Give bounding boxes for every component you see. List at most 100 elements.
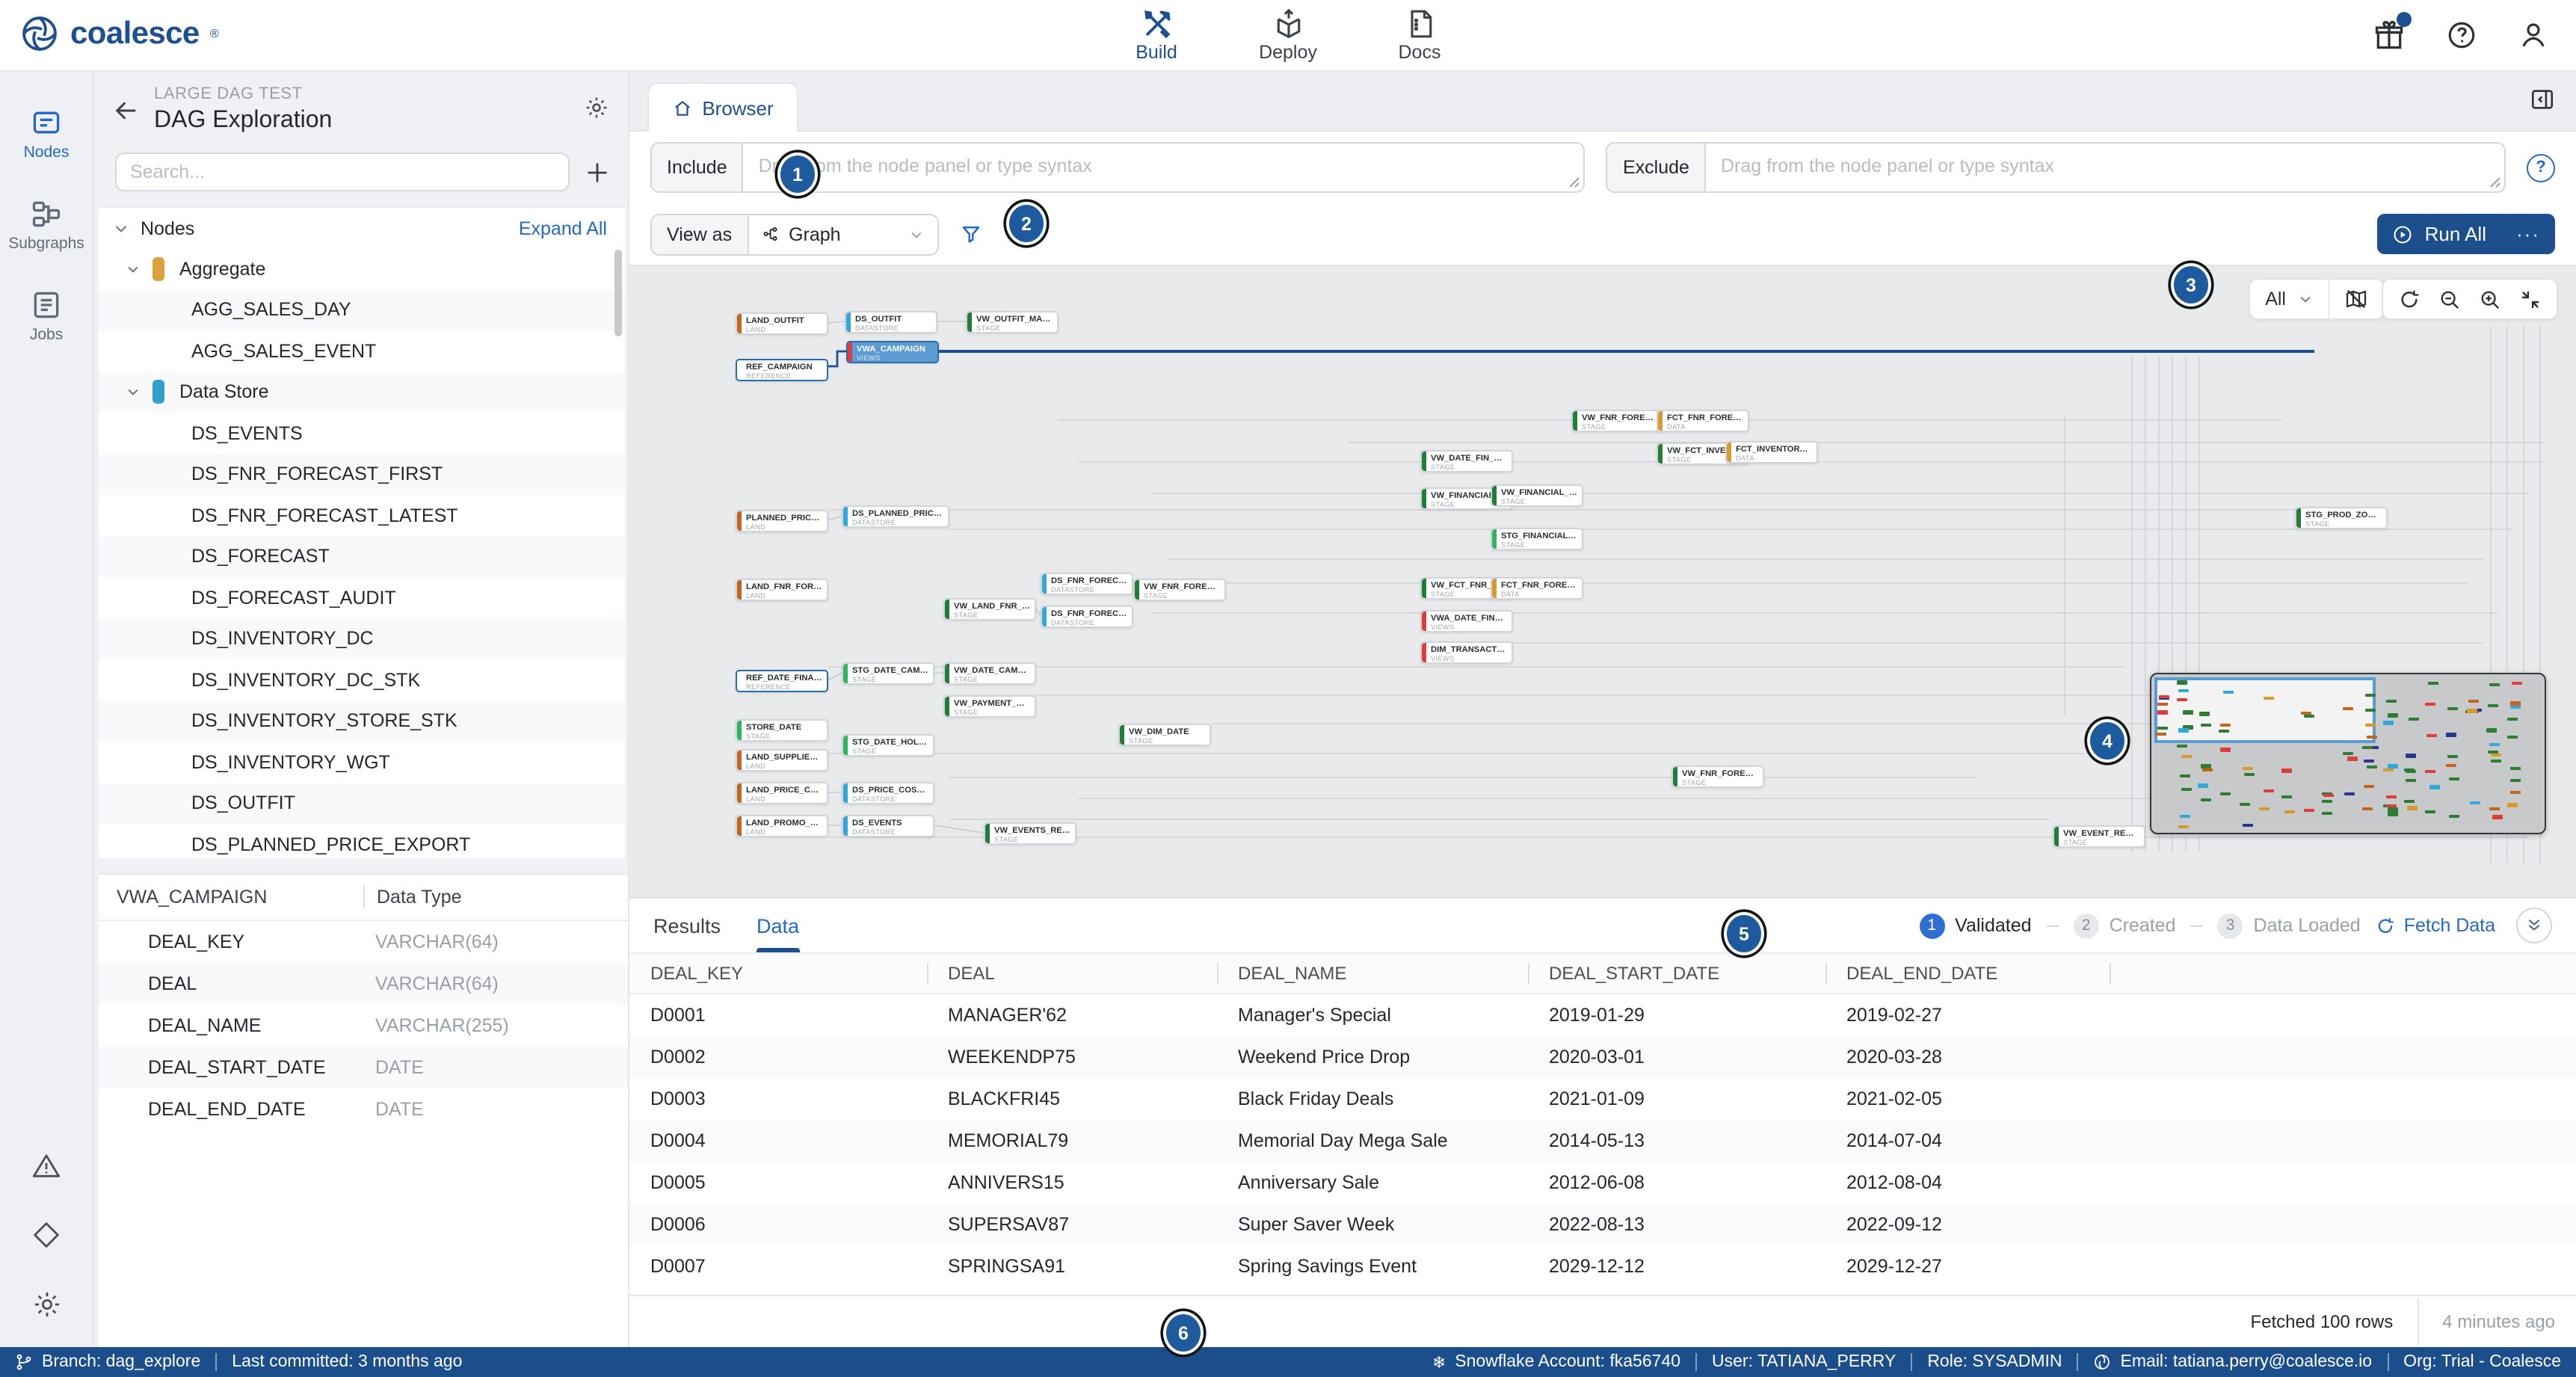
chevron-down-icon[interactable]	[126, 262, 141, 277]
fit-view-button[interactable]	[2516, 288, 2557, 310]
dag-node-stg-date-holiday[interactable]: STG_DATE_HOLIDAYSTAGE	[842, 734, 934, 757]
dag-node-ds-fnr-forecast-first[interactable]: DS_FNR_FORECAST_FIRSTDATASTORE	[1041, 606, 1133, 628]
dag-node-stg-financial-year-prev-[interactable]: STG_FINANCIAL_YEAR_PREV...STAGE	[1491, 528, 1583, 550]
dag-node-ds-planned-price-export[interactable]: DS_PLANNED_PRICE_EXPORTDATASTORE	[842, 505, 949, 528]
minimap[interactable]	[2150, 673, 2546, 834]
fetch-data-button[interactable]: Fetch Data	[2376, 915, 2495, 936]
tree-row-ds_forecast[interactable]: DS_FORECAST	[99, 536, 625, 577]
dag-node-vw-date-campaign-2[interactable]: VW_DATE_CAMPAIGN_2STAGE	[943, 662, 1036, 685]
problems-button[interactable]	[31, 1151, 61, 1181]
tab-browser[interactable]: Browser	[647, 82, 798, 132]
nav-deploy[interactable]: Deploy	[1248, 7, 1328, 63]
tree-row-ds_inventory_wgt[interactable]: DS_INVENTORY_WGT	[99, 742, 625, 783]
table-row[interactable]: D0006SUPERSAV87Super Saver Week2022-08-1…	[629, 1204, 2576, 1245]
nav-build[interactable]: Build	[1116, 7, 1197, 63]
tree-row-ds_fnr_forecast_first[interactable]: DS_FNR_FORECAST_FIRST	[99, 454, 625, 495]
column-row-deal_name[interactable]: DEAL_NAMEVARCHAR(255)	[99, 1005, 628, 1047]
chevron-down-icon[interactable]	[114, 221, 129, 235]
resize-handle[interactable]	[1569, 176, 1581, 188]
dag-node-land-outfit[interactable]: LAND_OUTFITLAND	[736, 312, 828, 335]
add-node-button[interactable]	[585, 159, 610, 185]
dag-node-ref-date-financial-cale-[interactable]: REF_DATE_FINANCIAL_CALE...REFERENCE	[736, 670, 828, 692]
dag-node-land-supplier-rebate-in-[interactable]: LAND_SUPPLIER_REBATE_IN...LAND	[736, 749, 828, 771]
dag-node-ref-campaign[interactable]: REF_CAMPAIGNREFERENCE	[736, 359, 828, 381]
zoom-out-button[interactable]	[2435, 288, 2476, 310]
dag-node-planned-price-and-pro-[interactable]: PLANNED_PRICE_AND_PRO...LAND	[736, 510, 828, 532]
column-row-deal_key[interactable]: DEAL_KEYVARCHAR(64)	[99, 921, 628, 963]
dag-node-vwa-campaign[interactable]: VWA_CAMPAIGNVIEWS	[846, 341, 939, 363]
run-all-more-button[interactable]: ···	[2504, 223, 2540, 245]
dag-node-dim-transaction-date[interactable]: DIM_TRANSACTION_DATEVIEWS	[1420, 641, 1513, 664]
dag-node-ds-outfit[interactable]: DS_OUTFITDATASTORE	[845, 311, 937, 333]
dag-node-fct-fnr-forecast[interactable]: FCT_FNR_FORECASTDATA	[1491, 577, 1583, 600]
column-row-deal[interactable]: DEALVARCHAR(64)	[99, 963, 628, 1005]
collapse-panel-button[interactable]	[2516, 908, 2552, 943]
tree-row-agg_sales_day[interactable]: AGG_SALES_DAY	[99, 289, 625, 330]
dag-node-vw-financial-year-previ-[interactable]: VW_FINANCIAL_YEAR_PREVI...STAGE	[1491, 484, 1583, 507]
column-row-deal_end_date[interactable]: DEAL_END_DATEDATE	[99, 1088, 628, 1130]
dag-node-land-promo-bag-now[interactable]: LAND_PROMO_BAG_NOWLAND	[736, 815, 828, 837]
refresh-layout-button[interactable]	[2383, 288, 2435, 310]
view-as-select[interactable]: Graph	[748, 215, 937, 253]
coalesce-logo[interactable]: coalesce®	[19, 13, 219, 54]
dag-node-land-price-cost-future[interactable]: LAND_PRICE_COST_FUTURELAND	[736, 782, 828, 804]
toggle-minimap-button[interactable]	[2329, 287, 2383, 311]
dag-node-vw-event-region-fnr[interactable]: VW_EVENT_REGION_FNRSTAGE	[2053, 825, 2145, 848]
dag-node-stg-prod-zone-week[interactable]: STG_PROD_ZONE_WEEKSTAGE	[2295, 507, 2388, 529]
zoom-in-button[interactable]	[2476, 288, 2516, 310]
exclude-input[interactable]	[1706, 144, 2504, 188]
workspace-settings-button[interactable]	[583, 94, 610, 121]
table-row[interactable]: D0002WEEKENDP75Weekend Price Drop2020-03…	[629, 1036, 2576, 1078]
dag-node-store-date[interactable]: STORE_DATESTAGE	[736, 719, 828, 742]
dag-node-ds-events[interactable]: DS_EVENTSDATASTORE	[842, 815, 934, 837]
tree-row-data store[interactable]: Data Store	[99, 372, 625, 413]
tree-row-ds_inventory_store_stk[interactable]: DS_INVENTORY_STORE_STK	[99, 700, 625, 742]
dag-node-vw-fnr-forecast[interactable]: VW_FNR_FORECASTSTAGE	[1133, 579, 1226, 601]
dag-canvas[interactable]: LAND_OUTFITLAND DS_OUTFITDATASTORE VW_OUTF…	[629, 266, 2576, 897]
tree-row-agg_sales_event[interactable]: AGG_SALES_EVENT	[99, 330, 625, 372]
include-input[interactable]	[744, 144, 1584, 188]
toggle-panel-icon[interactable]	[2530, 87, 2555, 112]
nav-docs[interactable]: Docs	[1379, 7, 1460, 63]
snowflake-account-status[interactable]: ❄ Snowflake Account: fka56740	[1432, 1352, 1680, 1372]
dag-node-ds-fnr-forecast-latest[interactable]: DS_FNR_FORECAST_LATESTDATASTORE	[1041, 573, 1133, 595]
dag-node-vw-fnr-forecast-week[interactable]: VW_FNR_FORECAST_WEEKSTAGE	[1571, 410, 1664, 432]
dag-node-ds-price-cost-future[interactable]: DS_PRICE_COST_FUTUREDATASTORE	[842, 782, 934, 804]
table-row[interactable]: D0003BLACKFRI45Black Friday Deals2021-01…	[629, 1078, 2576, 1120]
dag-node-vw-date-fin-week[interactable]: VW_DATE_FIN_WEEKSTAGE	[1420, 450, 1513, 472]
tree-scrollbar[interactable]	[614, 250, 622, 336]
rail-item-nodes[interactable]: Nodes	[24, 106, 70, 161]
tree-row-ds_events[interactable]: DS_EVENTS	[99, 413, 625, 454]
settings-button[interactable]	[31, 1289, 62, 1320]
rail-item-subgraphs[interactable]: Subgraphs	[8, 197, 84, 253]
tab-data[interactable]: Data	[757, 899, 799, 952]
tree-row-ds_forecast_audit[interactable]: DS_FORECAST_AUDIT	[99, 577, 625, 618]
tree-row-ds_outfit[interactable]: DS_OUTFIT	[99, 783, 625, 824]
table-row[interactable]: D0001MANAGER'62Manager's Special2019-01-…	[629, 994, 2576, 1036]
tab-results[interactable]: Results	[653, 899, 721, 952]
tree-row-aggregate[interactable]: Aggregate	[99, 248, 625, 289]
chevron-down-icon[interactable]	[126, 385, 141, 400]
dag-node-fct-inventory-wgt-week[interactable]: FCT_INVENTORY_WGT_WEEKDATA	[1725, 441, 1818, 463]
dag-node-vw-fnr-forecast-region[interactable]: VW_FNR_FORECAST_REGIONSTAGE	[1671, 765, 1764, 788]
rail-item-jobs[interactable]: Jobs	[30, 289, 63, 344]
table-row[interactable]: D0007SPRINGSA91Spring Savings Event2029-…	[629, 1245, 2576, 1287]
table-row[interactable]: D0004MEMORIAL79Memorial Day Mega Sale201…	[629, 1120, 2576, 1162]
dag-node-stg-date-campaign[interactable]: STG_DATE_CAMPAIGNSTAGE	[842, 662, 934, 685]
dag-node-land-fnr-forecast[interactable]: LAND_FNR_FORECASTLAND	[736, 579, 828, 601]
filter-funnel-button[interactable]	[959, 223, 982, 245]
column-row-deal_start_date[interactable]: DEAL_START_DATEDATE	[99, 1047, 628, 1088]
help-button[interactable]	[2446, 19, 2477, 51]
dag-node-vw-dim-date[interactable]: VW_DIM_DATESTAGE	[1118, 724, 1211, 746]
dag-node-fct-fnr-forecast-week[interactable]: FCT_FNR_FORECAST_WEEKDATA	[1657, 410, 1749, 432]
run-all-button[interactable]: Run All ···	[2377, 214, 2555, 254]
branch-status[interactable]: Branch: dag_explore	[15, 1353, 200, 1371]
resize-handle[interactable]	[2489, 176, 2501, 188]
back-button[interactable]	[112, 97, 139, 124]
expand-all-link[interactable]: Expand All	[519, 218, 607, 238]
dag-node-vw-events-region[interactable]: VW_EVENTS_REGIONSTAGE	[984, 822, 1076, 845]
dag-node-vw-payment-method[interactable]: VW_PAYMENT_METHODSTAGE	[943, 695, 1036, 718]
tree-row-ds_inventory_dc_stk[interactable]: DS_INVENTORY_DC_STK	[99, 659, 625, 700]
dag-node-vw-outfit-main-compon-[interactable]: VW_OUTFIT_MAIN_COMPON...STAGE	[966, 311, 1059, 333]
whats-new-button[interactable]	[2373, 19, 2406, 52]
